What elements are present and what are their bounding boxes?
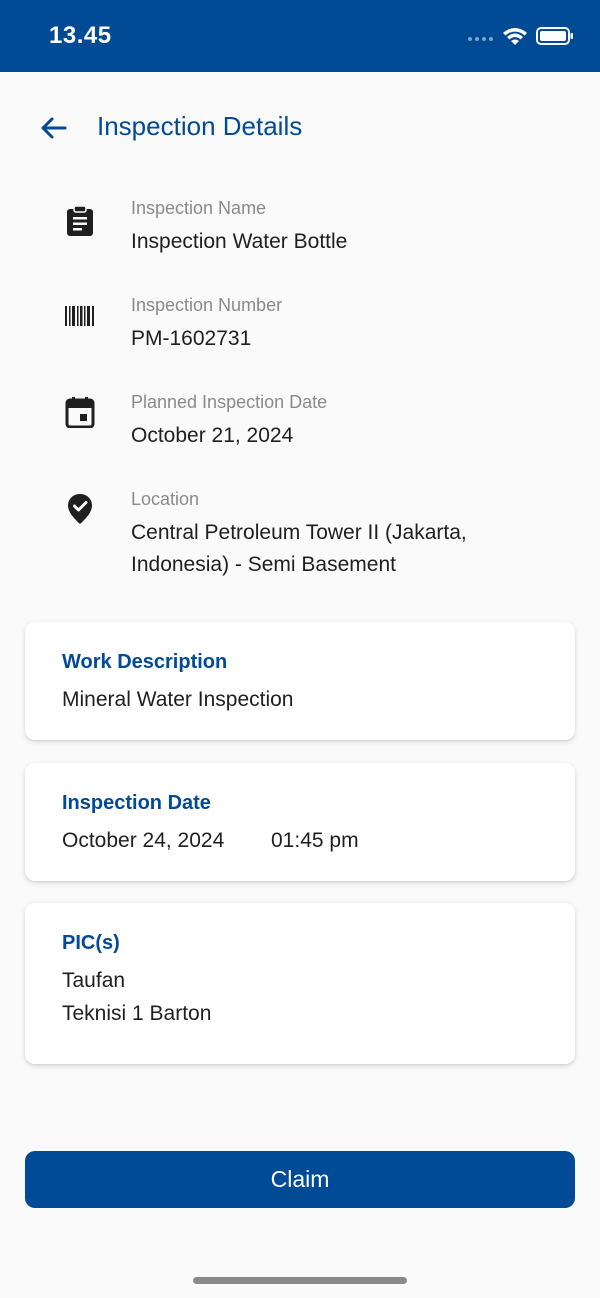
- inspection-number-label: Inspection Number: [131, 295, 283, 315]
- home-indicator: [193, 1277, 407, 1284]
- claim-button[interactable]: Claim: [25, 1151, 575, 1208]
- wifi-icon: [502, 26, 528, 51]
- pic-name: Teknisi 1 Barton: [62, 1002, 212, 1025]
- pics-card: PIC(s) Taufan Teknisi 1 Barton: [25, 903, 575, 1064]
- pic-name: Taufan: [62, 969, 126, 992]
- calendar-icon: [63, 395, 97, 429]
- planned-date-value: October 21, 2024: [131, 424, 294, 447]
- work-description-text: Mineral Water Inspection: [62, 688, 294, 711]
- back-button[interactable]: [34, 110, 74, 150]
- location-value: Central Petroleum Tower II (Jakarta, Ind…: [131, 521, 467, 576]
- location-label: Location: [131, 489, 200, 509]
- page-title: Inspection Details: [97, 111, 303, 141]
- battery-icon: [536, 26, 574, 51]
- work-description-title: Work Description: [62, 651, 228, 673]
- arrow-left-icon: [41, 117, 67, 144]
- inspection-date-value: October 24, 2024: [62, 829, 225, 852]
- work-description-card: Work Description Mineral Water Inspectio…: [25, 622, 575, 740]
- planned-date-item: Planned Inspection Date October 21, 2024: [0, 392, 600, 456]
- signal-dots-icon: [468, 30, 494, 48]
- pics-title: PIC(s): [62, 932, 120, 954]
- barcode-icon: [63, 299, 97, 333]
- location-item: Location Central Petroleum Tower II (Jak…: [0, 489, 600, 585]
- inspection-date-card: Inspection Date October 24, 2024 01:45 p…: [25, 763, 575, 881]
- status-bar: 13.45: [0, 0, 600, 72]
- status-icons: [468, 26, 574, 51]
- inspection-name-item: Inspection Name Inspection Water Bottle: [0, 198, 600, 262]
- status-time: 13.45: [49, 22, 112, 49]
- inspection-number-item: Inspection Number PM-1602731: [0, 295, 600, 359]
- app-header: Inspection Details: [0, 100, 600, 156]
- inspection-date-title: Inspection Date: [62, 792, 211, 814]
- inspection-name-value: Inspection Water Bottle: [131, 230, 348, 253]
- inspection-number-value: PM-1602731: [131, 327, 252, 350]
- location-check-icon: [63, 492, 97, 526]
- inspection-name-label: Inspection Name: [131, 198, 267, 218]
- inspection-time-value: 01:45 pm: [271, 829, 359, 852]
- planned-date-label: Planned Inspection Date: [131, 392, 328, 412]
- clipboard-icon: [63, 204, 97, 238]
